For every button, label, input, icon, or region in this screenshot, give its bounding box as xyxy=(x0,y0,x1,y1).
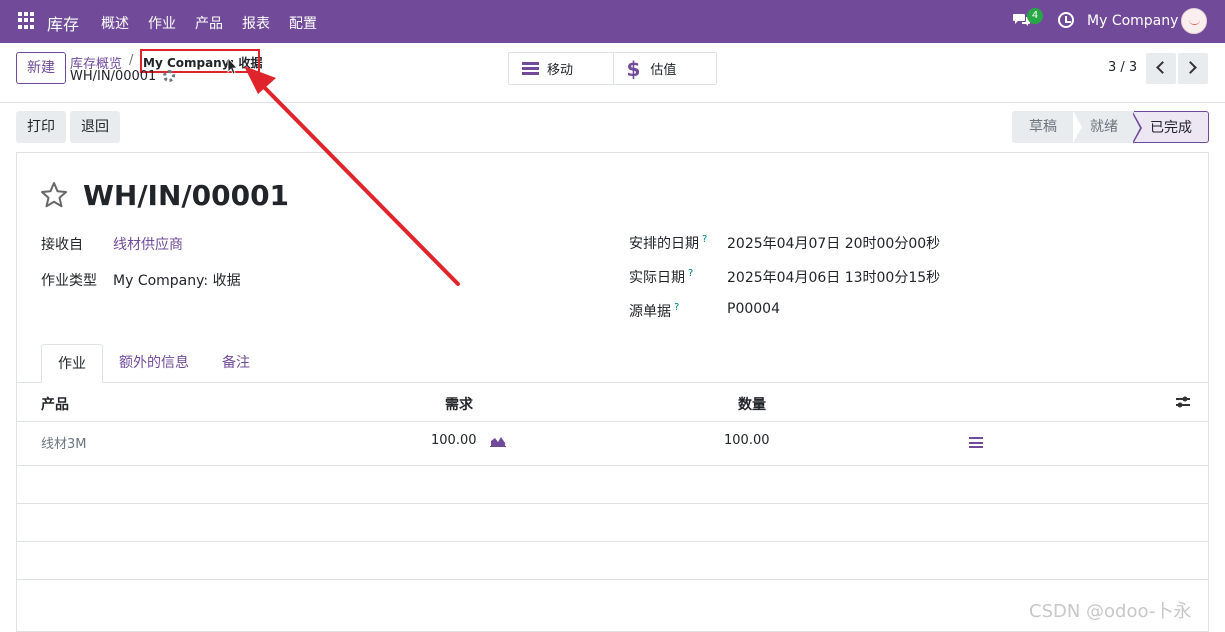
menu-lines-icon xyxy=(522,62,539,75)
field-value-effective-date[interactable]: 2025年04月06日 13时00分15秒 xyxy=(727,267,940,287)
field-value-scheduled-date[interactable]: 2025年04月07日 20时00分00秒 xyxy=(727,233,940,253)
stage-done[interactable]: 已完成 xyxy=(1132,111,1209,144)
valuation-label: 估值 xyxy=(650,63,677,78)
record-name: WH/IN/00001 xyxy=(70,69,157,84)
chevron-left-icon xyxy=(1156,61,1169,74)
moves-label: 移动 xyxy=(547,63,574,78)
pager-next-button[interactable] xyxy=(1178,53,1208,84)
column-settings-icon[interactable] xyxy=(1175,395,1191,409)
field-label-effective-date: 实际日期? xyxy=(629,268,694,286)
field-label-operation-type: 作业类型 xyxy=(41,273,97,289)
row-divider xyxy=(17,465,1208,466)
menu-item-overview[interactable]: 概述 xyxy=(101,13,129,33)
tab-note[interactable]: 备注 xyxy=(222,344,250,383)
statusbar: 草稿 就绪 已完成 xyxy=(1012,111,1209,144)
tabs-divider xyxy=(17,382,1208,383)
gear-icon[interactable] xyxy=(163,70,175,82)
star-icon[interactable] xyxy=(40,181,68,209)
column-header-demand[interactable]: 需求 xyxy=(445,394,473,414)
app-name[interactable]: 库存 xyxy=(47,11,79,35)
field-label-scheduled-date: 安排的日期? xyxy=(629,234,708,252)
menu-item-operations[interactable]: 作业 xyxy=(148,13,176,33)
cell-product[interactable]: 线材3M xyxy=(41,433,87,452)
control-panel: 新建 库存概览 / My Company: 收据 WH/IN/00001 移动 … xyxy=(0,43,1225,103)
record-title: WH/IN/00001 xyxy=(83,179,290,212)
dollar-icon: $ xyxy=(626,56,641,81)
stage-draft[interactable]: 草稿 xyxy=(1012,111,1074,143)
row-divider xyxy=(17,541,1208,542)
user-avatar[interactable] xyxy=(1181,8,1207,34)
field-value-operation-type[interactable]: My Company: 收据 xyxy=(113,270,241,290)
chat-badge: 4 xyxy=(1027,8,1043,24)
menu-item-reporting[interactable]: 报表 xyxy=(242,13,270,33)
column-header-product[interactable]: 产品 xyxy=(41,394,69,414)
field-label-partner: 接收自 xyxy=(41,237,83,253)
stage-ready[interactable]: 就绪 xyxy=(1073,111,1134,143)
pager-value[interactable]: 3 / 3 xyxy=(1108,60,1137,75)
cell-demand[interactable]: 100.00 xyxy=(431,433,477,448)
smart-buttons: 移动 $ 估值 xyxy=(508,52,717,85)
menu-item-configuration[interactable]: 配置 xyxy=(289,13,317,33)
menu-item-products[interactable]: 产品 xyxy=(195,13,223,33)
clock-icon[interactable] xyxy=(1058,12,1074,28)
moves-button[interactable]: 移动 xyxy=(509,53,613,84)
return-button[interactable]: 退回 xyxy=(70,111,120,143)
field-label-source-document: 源单据? xyxy=(629,302,680,320)
field-value-source-document[interactable]: P00004 xyxy=(727,301,780,317)
breadcrumb-separator: / xyxy=(129,53,134,68)
top-navbar: 库存 概述 作业 产品 报表 配置 4 My Company xyxy=(0,0,1225,43)
new-button[interactable]: 新建 xyxy=(16,52,66,84)
apps-grid-icon[interactable] xyxy=(18,12,35,29)
main-menu: 概述 作业 产品 报表 配置 xyxy=(101,13,336,33)
company-switcher[interactable]: My Company xyxy=(1087,13,1178,29)
row-divider xyxy=(17,579,1208,580)
print-button[interactable]: 打印 xyxy=(16,111,66,143)
row-divider xyxy=(17,503,1208,504)
help-icon[interactable]: ? xyxy=(674,302,679,313)
cell-quantity[interactable]: 100.00 xyxy=(724,433,770,448)
pager-previous-button[interactable] xyxy=(1146,53,1176,84)
watermark: CSDN @odoo-卜永 xyxy=(1029,601,1192,622)
tab-additional-info[interactable]: 额外的信息 xyxy=(119,344,189,383)
help-icon[interactable]: ? xyxy=(702,234,707,245)
tab-operations[interactable]: 作业 xyxy=(41,344,103,383)
field-value-partner[interactable]: 线材供应商 xyxy=(113,234,183,254)
valuation-button[interactable]: $ 估值 xyxy=(612,53,717,84)
annotation-highlight-box xyxy=(140,49,260,73)
details-list-icon[interactable] xyxy=(969,437,983,448)
form-sheet xyxy=(16,152,1209,632)
help-icon[interactable]: ? xyxy=(688,268,693,279)
chevron-right-icon xyxy=(1184,61,1197,74)
column-header-quantity[interactable]: 数量 xyxy=(738,394,766,414)
table-header-border xyxy=(17,421,1208,422)
forecast-chart-icon[interactable] xyxy=(490,435,506,447)
